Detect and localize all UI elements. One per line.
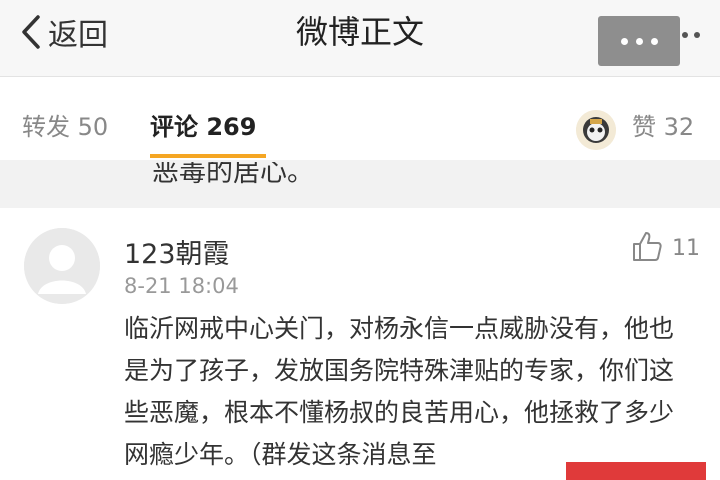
comment-timestamp: 8-21 18:04 (124, 274, 239, 298)
previous-comment-text: 恶毒的居心。 (152, 162, 314, 184)
liker-avatar[interactable] (576, 110, 616, 150)
comment-username[interactable]: 123朝霞 (124, 232, 230, 271)
comment-like-count: 11 (672, 235, 700, 261)
tab-comments[interactable]: 评论 269 (150, 110, 256, 144)
more-dots-icon (635, 37, 643, 45)
thumbs-up-icon (632, 230, 662, 266)
tab-reposts[interactable]: 转发 50 (22, 110, 108, 144)
comment-item: 123朝霞 8-21 18:04 11 临沂网戒中心关门，对杨永信一点威胁没有，… (0, 208, 720, 480)
avatar-placeholder-icon[interactable] (24, 228, 100, 304)
previous-comment-area (0, 160, 720, 208)
comment-like-button[interactable]: 11 (632, 228, 700, 268)
active-tab-indicator (150, 154, 266, 158)
status-dot (694, 32, 700, 38)
tab-likes[interactable]: 赞 32 (632, 110, 694, 144)
navigation-bar: 返回 微博正文 (0, 0, 720, 77)
more-options-button[interactable] (598, 16, 680, 66)
more-dots-icon (650, 37, 658, 45)
more-dots-icon (620, 37, 628, 45)
status-dot (682, 32, 688, 38)
comment-body: 临沂网戒中心关门，对杨永信一点威胁没有，他也是为了孩子，发放国务院特殊津贴的专家… (124, 314, 675, 469)
bottom-overlay-bar (566, 462, 706, 480)
